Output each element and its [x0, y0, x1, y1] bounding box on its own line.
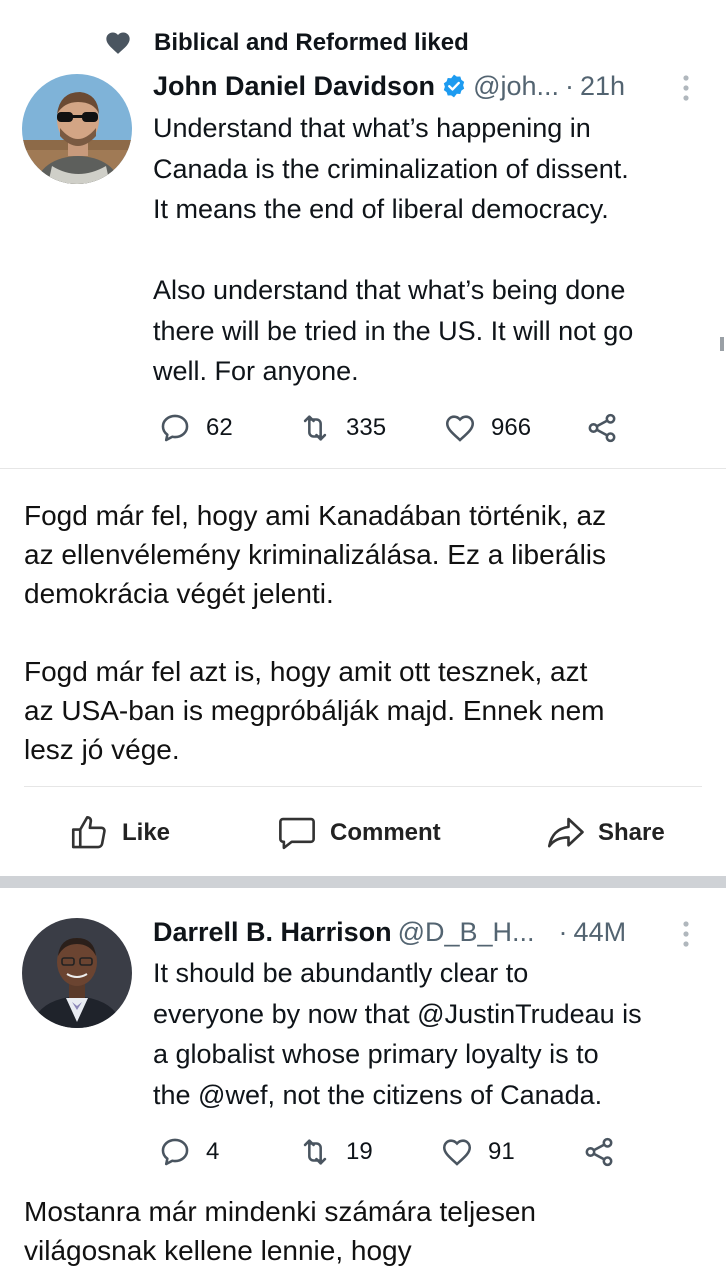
retweet-button[interactable]: 19: [298, 1135, 440, 1169]
post-actions-bar: Like Comment Share: [0, 804, 726, 864]
like-count: 966: [491, 414, 532, 441]
more-vertical-icon[interactable]: [682, 74, 690, 102]
like-count: 91: [488, 1138, 515, 1165]
share-post-button[interactable]: Share: [544, 812, 665, 854]
verified-badge-icon: [443, 74, 465, 98]
divider: [24, 786, 702, 787]
like-button[interactable]: 91: [440, 1135, 582, 1169]
share-button[interactable]: [582, 1135, 630, 1169]
retweet-icon: [303, 415, 327, 441]
author-handle[interactable]: @D_B_H...: [398, 917, 535, 948]
reply-count: 62: [206, 414, 233, 441]
comment-bubble-icon: [279, 817, 315, 850]
share-icon: [585, 1137, 613, 1167]
reply-count: 4: [206, 1138, 220, 1165]
translation-text: Fogd már fel, hogy ami Kanadában történi…: [24, 500, 607, 765]
thumbs-up-icon: [71, 815, 106, 849]
tweet-text: Understand that what’s happening in Cana…: [153, 113, 634, 386]
tweet-text: It should be abundantly clear to everyon…: [153, 958, 642, 1110]
social-context-label: Biblical and Reformed liked: [154, 29, 469, 56]
comment-post-button[interactable]: Comment: [276, 812, 441, 854]
share-button[interactable]: [585, 411, 633, 445]
share-icon: [588, 413, 616, 443]
author-name[interactable]: John Daniel Davidson: [153, 71, 435, 102]
section-separator: [0, 876, 726, 888]
header-separator: ·: [558, 916, 568, 947]
retweet-count: 335: [346, 414, 387, 441]
retweet-button[interactable]: 335: [298, 411, 443, 445]
tweet-actions: 4 19 91: [158, 1132, 630, 1172]
tweet-header: Darrell B. Harrison @D_B_H... · 44M: [153, 914, 626, 950]
reply-icon: [161, 1138, 189, 1166]
social-context-row: Biblical and Reformed liked: [104, 28, 469, 58]
avatar-john-daniel-davidson[interactable]: [22, 74, 132, 184]
retweet-count: 19: [346, 1138, 373, 1165]
tweet-timestamp[interactable]: 21h: [580, 71, 625, 102]
heart-filled-icon: [106, 32, 130, 54]
tweet-actions: 62 335 966: [158, 408, 633, 448]
scrollbar-thumb[interactable]: [720, 337, 724, 351]
reply-button[interactable]: 4: [158, 1135, 298, 1169]
heart-outline-icon: [442, 1139, 472, 1166]
share-arrow-icon: [547, 817, 584, 848]
reply-icon: [161, 414, 189, 442]
like-button[interactable]: 966: [443, 411, 585, 445]
divider: [0, 468, 726, 469]
header-separator: ·: [565, 70, 575, 101]
like-post-button[interactable]: Like: [68, 812, 170, 854]
share-post-label: Share: [598, 819, 665, 846]
avatar-darrell-b-harrison[interactable]: [22, 918, 132, 1028]
author-handle[interactable]: @joh...: [473, 71, 559, 102]
translation-text: Mostanra már mindenki számára teljesen v…: [24, 1196, 536, 1266]
retweet-icon: [303, 1139, 327, 1165]
comment-post-label: Comment: [330, 819, 441, 846]
more-vertical-icon[interactable]: [682, 920, 690, 948]
like-post-label: Like: [122, 819, 171, 846]
tweet-timestamp[interactable]: 44M: [574, 917, 627, 948]
reply-button[interactable]: 62: [158, 411, 298, 445]
author-name[interactable]: Darrell B. Harrison: [153, 917, 392, 948]
tweet-header: John Daniel Davidson @joh... · 21h: [153, 68, 625, 104]
heart-outline-icon: [445, 415, 475, 442]
